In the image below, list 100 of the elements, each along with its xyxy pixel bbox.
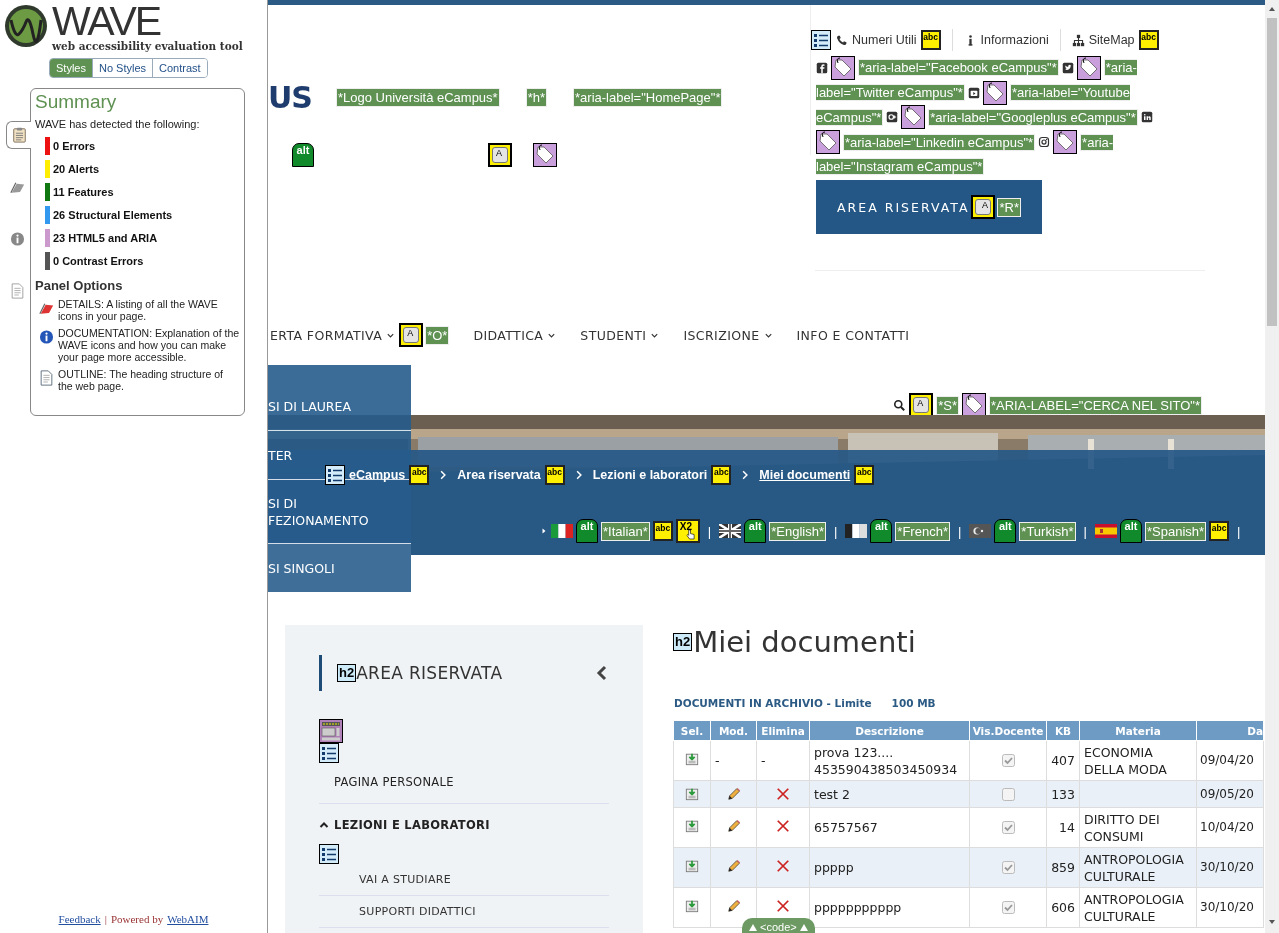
- wave-subtitle: web accessibility evaluation tool: [52, 40, 243, 52]
- download-icon[interactable]: [685, 787, 699, 801]
- sidebar-item[interactable]: VAI A STUDIARE: [319, 864, 609, 896]
- alt-badge: alt: [1120, 519, 1142, 543]
- nav-item[interactable]: INFO E CONTATTI: [796, 327, 910, 343]
- menu-item[interactable]: SI DI LAUREA: [268, 365, 411, 431]
- wave-label: *h*: [525, 88, 548, 107]
- feedback-link[interactable]: Feedback: [58, 913, 101, 925]
- table-cell: prova 123.... 453590438503450934: [814, 744, 958, 777]
- heading-badge: h2: [673, 633, 693, 651]
- wave-label: *aria-label="Facebook eCampus"*: [858, 59, 1059, 77]
- sidebar-item[interactable]: SUPPORTI DIDATTICI: [319, 896, 609, 928]
- phone-icon: [835, 33, 848, 47]
- info-icon: [39, 329, 54, 345]
- heading-badge: h2: [337, 664, 357, 682]
- wave-label: *O*: [425, 325, 450, 345]
- sidebar-section[interactable]: LEZIONI E LABORATORI: [319, 818, 490, 832]
- separator: |: [957, 523, 962, 539]
- alert-badge: abc: [711, 465, 732, 485]
- alert-badge: abc: [544, 465, 565, 485]
- wave-label: *ARIA-LABEL="CERCA NEL SITO"*: [989, 395, 1202, 415]
- utility-link[interactable]: Numeri Utili: [852, 33, 917, 47]
- separator: |: [1237, 523, 1241, 539]
- menu-item[interactable]: SI SINGOLI: [268, 544, 411, 592]
- pencil-icon[interactable]: [726, 787, 741, 801]
- access-key-badge: A: [488, 143, 512, 167]
- pencil-icon[interactable]: [726, 819, 741, 833]
- table-cell: ANTROPOLOGIA CULTURALE: [1084, 851, 1184, 884]
- table-cell: -: [761, 753, 766, 768]
- separator: |: [104, 913, 107, 925]
- flag-icon: [719, 524, 742, 538]
- wave-label: *aria-label="Googleplus eCampus"*: [928, 108, 1138, 126]
- option-description: DOCUMENTATION: Explanation of the WAVE icons and how you can make your page more accessible.: [58, 327, 240, 363]
- wave-label: *Italian*: [601, 521, 650, 541]
- list-icon: [325, 465, 345, 485]
- wave-label: *Spanish*: [1145, 521, 1207, 541]
- download-icon[interactable]: [685, 899, 699, 913]
- wave-title: WAVE: [52, 4, 161, 38]
- breadcrumb-link[interactable]: Lezioni e laboratori: [592, 468, 708, 482]
- alert-badge: abc: [652, 521, 673, 541]
- nav-item[interactable]: ERTA FORMATIVA: [270, 327, 396, 343]
- wave-label: *S*: [936, 395, 959, 415]
- table-cell: DIRITTO DEI CONSUMI: [1084, 811, 1160, 844]
- separator: |: [833, 523, 838, 539]
- summary-count: 0 Errors: [53, 139, 96, 152]
- google-plus-icon: [886, 111, 899, 124]
- flag-icon: [969, 524, 992, 538]
- pencil-icon[interactable]: [726, 899, 741, 913]
- view-tab[interactable]: Contrast: [152, 59, 207, 77]
- alt-badge: alt: [292, 143, 314, 167]
- nav-item[interactable]: DIDATTICA: [473, 327, 557, 343]
- summary-intro: WAVE has detected the following:: [35, 118, 201, 130]
- breadcrumb-link[interactable]: eCampus: [349, 468, 406, 482]
- delete-icon[interactable]: [776, 787, 790, 801]
- delete-icon[interactable]: [776, 899, 790, 913]
- nav-item[interactable]: STUDENTI: [580, 327, 660, 343]
- table-cell: ECONOMIA DELLA MODA: [1084, 744, 1167, 777]
- separator: |: [707, 523, 712, 539]
- breadcrumb-link[interactable]: Miei documenti: [759, 468, 851, 482]
- webaim-link[interactable]: WebAIM: [167, 913, 209, 925]
- wave-label: *Logo Università eCampus*: [335, 88, 500, 107]
- panel-tab[interactable]: [6, 121, 31, 149]
- tag-icon: [533, 143, 557, 167]
- tag-icon: [1076, 55, 1101, 80]
- access-key-badge: A: [399, 323, 424, 347]
- linkedin-icon: [1140, 111, 1153, 124]
- download-icon[interactable]: [685, 819, 699, 833]
- column-header: Materia: [1079, 720, 1197, 741]
- delete-icon[interactable]: [776, 859, 790, 873]
- chevron-left-icon[interactable]: [595, 665, 609, 681]
- tag-icon: [982, 80, 1007, 105]
- option-description: DETAILS: A listing of all the WAVE icons in your page.: [58, 298, 219, 322]
- table-cell: 606: [1051, 900, 1075, 915]
- sidebar-item[interactable]: PAGINA PERSONALE: [319, 763, 609, 804]
- wave-label: *aria-label="Linkedin eCampus"*: [843, 133, 1036, 151]
- document-icon: [10, 283, 25, 299]
- download-icon[interactable]: [685, 752, 699, 766]
- utility-link[interactable]: SiteMap: [1088, 33, 1135, 47]
- access-key-badge: A: [971, 195, 996, 220]
- table-cell: 10/04/20: [1200, 820, 1254, 834]
- alert-badge: X2: [675, 519, 700, 543]
- breadcrumb-link[interactable]: Area riservata: [457, 468, 541, 482]
- pencil-icon[interactable]: [726, 859, 741, 873]
- sidebar-title: AREA RISERVATA: [356, 663, 503, 683]
- flag-icon: [551, 524, 573, 538]
- view-tab[interactable]: Styles: [50, 59, 92, 77]
- logo-text[interactable]: US: [268, 80, 312, 115]
- flag-icon: [845, 524, 868, 538]
- delete-icon[interactable]: [776, 819, 790, 833]
- archive-limit: 100 MB: [891, 697, 936, 709]
- wave-label: *aria-label="HomePage"*: [573, 88, 723, 107]
- table-cell: 14: [1059, 820, 1075, 835]
- sitemap-icon: [1071, 33, 1085, 47]
- wave-label: *Turkish*: [1019, 521, 1076, 541]
- area-riservata-button[interactable]: AREA RISERVATA A *R*: [816, 180, 1042, 235]
- nav-item[interactable]: ISCRIZIONE: [683, 327, 773, 343]
- caret-up-icon: [319, 820, 329, 830]
- download-icon[interactable]: [685, 859, 699, 873]
- utility-link[interactable]: Informazioni: [980, 33, 1049, 47]
- column-header: Descrizione: [809, 720, 970, 741]
